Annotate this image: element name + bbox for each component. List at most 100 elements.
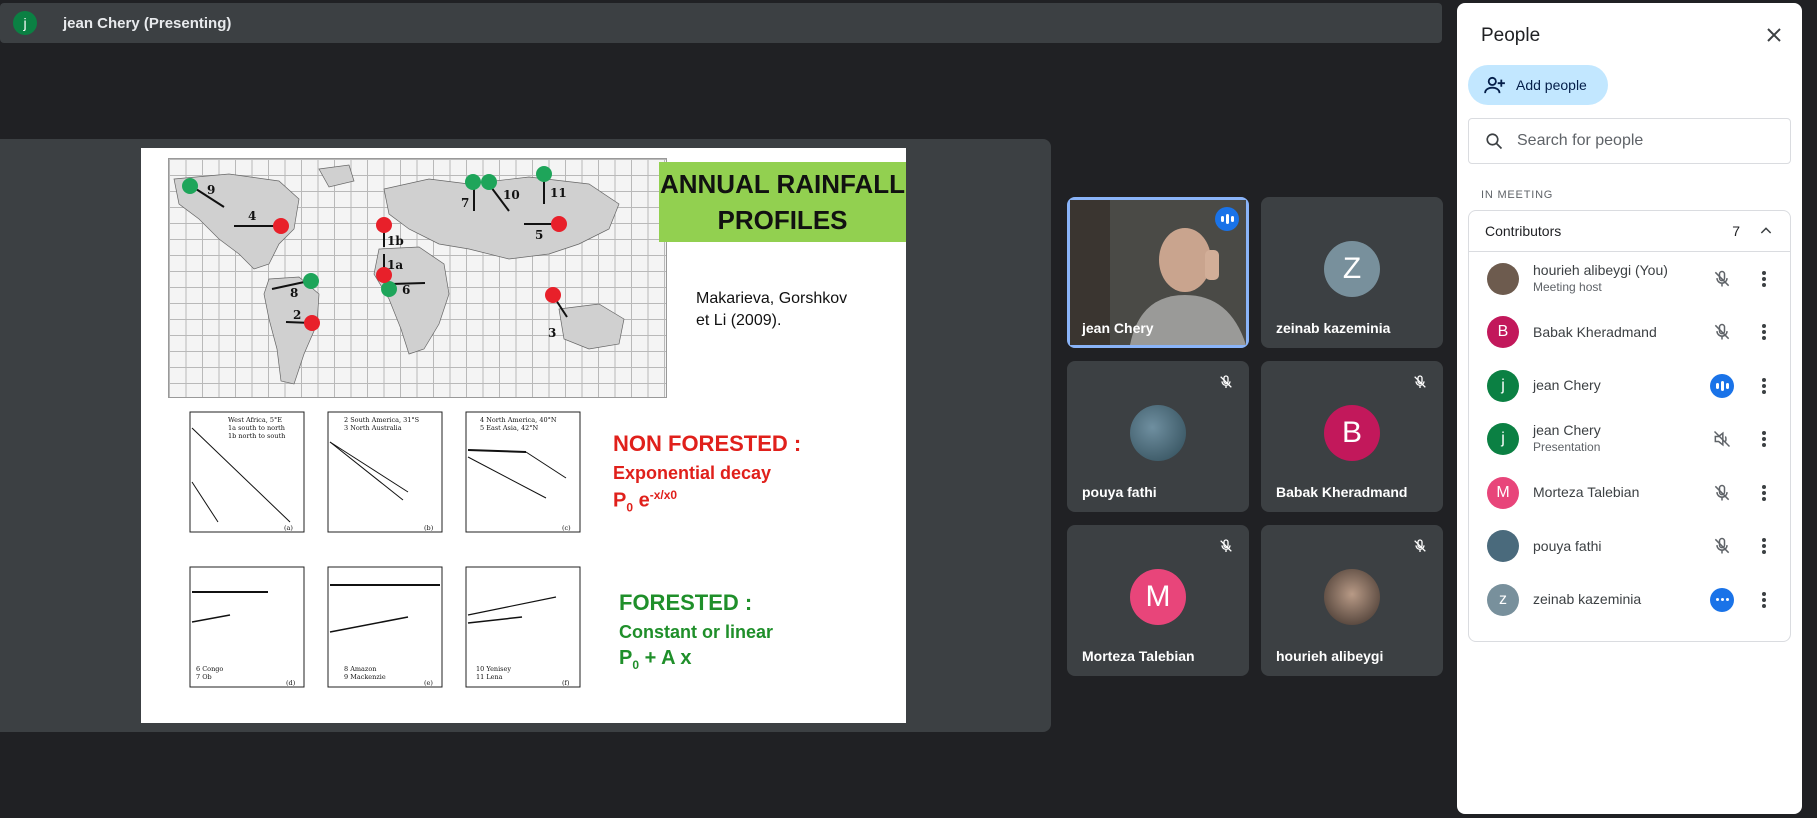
forested-block: FORESTED : Constant or linear P0 + A x bbox=[619, 590, 773, 672]
world-map: 9 4 1b 1a 8 6 2 7 10 11 5 3 bbox=[168, 158, 667, 398]
participant-tile-zeinab-kazeminia[interactable]: Z zeinab kazeminia bbox=[1261, 197, 1443, 348]
kebab-menu-icon[interactable] bbox=[1754, 322, 1774, 342]
mic-off-icon bbox=[1215, 371, 1237, 393]
mic-off-icon[interactable] bbox=[1710, 534, 1734, 558]
mic-off-icon bbox=[1409, 535, 1431, 557]
participant-tile-jean-chery[interactable]: jean Chery bbox=[1067, 197, 1249, 348]
search-box[interactable] bbox=[1468, 118, 1791, 164]
mic-off-icon[interactable] bbox=[1710, 481, 1734, 505]
participant-name: Morteza Talebian bbox=[1533, 484, 1640, 501]
people-panel: People Add people IN MEETING Contributor… bbox=[1457, 3, 1802, 814]
participant-tile-hourieh-alibeygi[interactable]: hourieh alibeygi bbox=[1261, 525, 1443, 676]
close-icon[interactable] bbox=[1762, 23, 1786, 47]
slide-title-line: PROFILES bbox=[717, 205, 848, 235]
participant-avatar: Z bbox=[1324, 241, 1380, 298]
participant-row[interactable]: z zeinab kazeminia bbox=[1469, 573, 1790, 627]
panel-title: People bbox=[1481, 25, 1541, 46]
presentation-stage[interactable]: 9 4 1b 1a 8 6 2 7 10 11 5 3 ANNUAL RAINF… bbox=[0, 139, 1051, 732]
plot-tag: (a) bbox=[284, 524, 293, 532]
participant-name: zeinab kazeminia bbox=[1533, 591, 1642, 608]
kebab-menu-icon[interactable] bbox=[1754, 269, 1774, 289]
map-label: 7 bbox=[461, 196, 469, 210]
citation-line: Makarieva, Gorshkov bbox=[696, 290, 848, 307]
search-input[interactable] bbox=[1515, 131, 1769, 151]
participant-name: pouya fathi bbox=[1082, 484, 1157, 500]
participant-info: pouya fathi bbox=[1533, 538, 1710, 555]
participant-info: hourieh alibeygi (You) Meeting host bbox=[1533, 262, 1710, 296]
participant-info: jean Chery bbox=[1533, 377, 1710, 394]
participant-name: pouya fathi bbox=[1533, 537, 1602, 554]
participant-name: zeinab kazeminia bbox=[1276, 320, 1391, 336]
participant-role: Meeting host bbox=[1533, 279, 1602, 294]
participant-tile-morteza-talebian[interactable]: M Morteza Talebian bbox=[1067, 525, 1249, 676]
participant-avatar: B bbox=[1324, 405, 1380, 462]
slide-citation: Makarieva, Gorshkov et Li (2009). bbox=[696, 288, 886, 332]
participant-avatar: M bbox=[1130, 569, 1186, 626]
participant-row[interactable]: j jean Chery bbox=[1469, 359, 1790, 413]
rainfall-plots-svg: West Africa, 5°E 1a south to north 1b no… bbox=[189, 411, 581, 688]
map-label: 10 bbox=[503, 188, 520, 202]
participant-list: hourieh alibeygi (You) Meeting host B Babak… bbox=[1469, 252, 1790, 627]
mic-off-icon[interactable] bbox=[1710, 320, 1734, 344]
participant-role: Presentation bbox=[1533, 440, 1601, 455]
kebab-menu-icon[interactable] bbox=[1754, 429, 1774, 449]
plot-tag: (b) bbox=[424, 524, 434, 532]
participant-name: Babak Kheradmand bbox=[1533, 323, 1657, 340]
more-options-icon[interactable] bbox=[1710, 587, 1734, 612]
participant-avatar bbox=[1324, 569, 1380, 626]
contributors-header[interactable]: Contributors 7 bbox=[1469, 211, 1790, 252]
search-icon bbox=[1486, 133, 1503, 150]
plot-legend: 4 North America, 40°N bbox=[480, 416, 557, 424]
map-label: 9 bbox=[207, 183, 215, 197]
participant-row[interactable]: pouya fathi bbox=[1469, 520, 1790, 574]
map-label: 6 bbox=[402, 283, 410, 297]
participant-avatar: j bbox=[1487, 369, 1519, 402]
participant-tile-pouya-fathi[interactable]: pouya fathi bbox=[1067, 361, 1249, 512]
participant-row[interactable]: M Morteza Talebian bbox=[1469, 466, 1790, 520]
participant-row[interactable]: B Babak Kheradmand bbox=[1469, 306, 1790, 360]
presentation-slide: 9 4 1b 1a 8 6 2 7 10 11 5 3 ANNUAL RAINF… bbox=[141, 148, 906, 723]
forested-formula: P0 + A x bbox=[619, 647, 692, 672]
mic-off-icon[interactable] bbox=[1710, 267, 1734, 291]
plot-tag: (f) bbox=[562, 679, 570, 687]
map-label: 5 bbox=[535, 228, 543, 242]
participant-tile-babak-kheradmand[interactable]: B Babak Kheradmand bbox=[1261, 361, 1443, 512]
forested-heading: FORESTED : bbox=[619, 590, 753, 615]
contributors-group: Contributors 7 hourieh alibeygi (You) Mee… bbox=[1468, 210, 1791, 642]
speaking-indicator-icon bbox=[1215, 207, 1239, 231]
plot-legend: 2 South America, 31°S bbox=[344, 416, 419, 424]
kebab-menu-icon[interactable] bbox=[1754, 536, 1774, 556]
forested-subheading: Constant or linear bbox=[619, 622, 774, 642]
map-label: 4 bbox=[248, 209, 256, 223]
nonforested-block: NON FORESTED : Exponential decay P0 e-x/… bbox=[613, 431, 801, 515]
kebab-menu-icon[interactable] bbox=[1754, 376, 1774, 396]
plot-legend: West Africa, 5°E bbox=[228, 416, 282, 424]
participant-name: hourieh alibeygi (You) bbox=[1533, 261, 1668, 278]
kebab-menu-icon[interactable] bbox=[1754, 483, 1774, 503]
kebab-menu-icon[interactable] bbox=[1754, 590, 1774, 610]
slide-title: ANNUAL RAINFALL PROFILES bbox=[659, 162, 906, 242]
nonforested-heading: NON FORESTED : bbox=[613, 431, 802, 456]
plot-legend: 7 Ob bbox=[196, 673, 212, 681]
map-label: 1b bbox=[387, 234, 404, 248]
plot-tag: (c) bbox=[562, 524, 571, 532]
add-person-icon bbox=[1484, 76, 1505, 94]
participant-row[interactable]: hourieh alibeygi (You) Meeting host bbox=[1469, 252, 1790, 306]
participant-name: hourieh alibeygi bbox=[1276, 648, 1384, 664]
participant-avatar bbox=[1130, 405, 1186, 462]
map-label: 3 bbox=[548, 326, 556, 340]
nonforested-formula: P0 e-x/x0 bbox=[613, 488, 678, 515]
add-people-label: Add people bbox=[1516, 77, 1587, 93]
participant-name: jean Chery bbox=[1533, 422, 1601, 439]
audio-off-icon[interactable] bbox=[1710, 427, 1734, 451]
participant-row[interactable]: j jean Chery Presentation bbox=[1469, 413, 1790, 467]
speaking-indicator-icon[interactable] bbox=[1710, 373, 1734, 398]
chevron-up-icon bbox=[1760, 227, 1772, 234]
participant-avatar bbox=[1487, 530, 1519, 563]
participant-name: Babak Kheradmand bbox=[1276, 484, 1408, 500]
participant-info: zeinab kazeminia bbox=[1533, 591, 1710, 608]
mic-off-icon bbox=[1409, 371, 1431, 393]
plot-legend: 3 North Australia bbox=[344, 424, 402, 432]
section-label: IN MEETING bbox=[1481, 189, 1554, 201]
add-people-button[interactable]: Add people bbox=[1468, 65, 1608, 105]
